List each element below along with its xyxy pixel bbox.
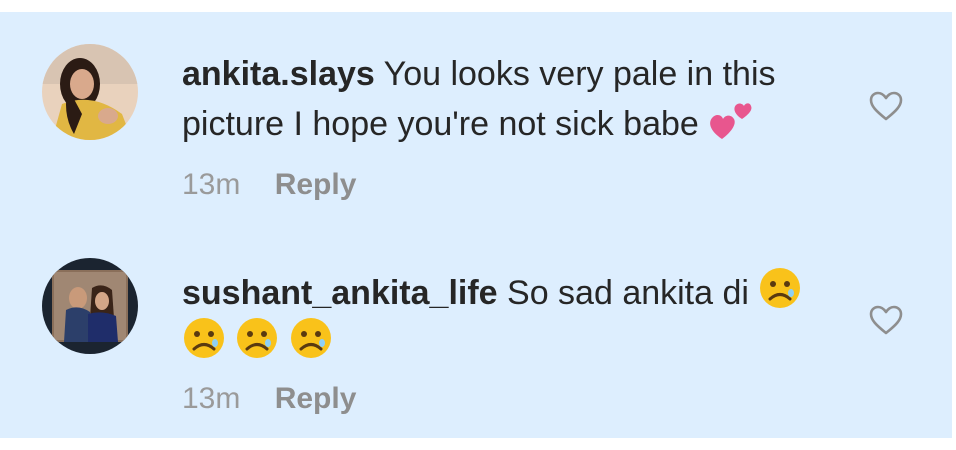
comment-time: 13m (182, 382, 241, 415)
comment-body-line2: picture I hope you're not sick babe (182, 105, 699, 143)
sad-face-emoji (182, 316, 226, 360)
reply-button[interactable]: Reply (275, 168, 357, 201)
comments-panel: ankita.slays You looks very pale in this… (0, 12, 952, 438)
comment-text: sushant_ankita_life So sad ankita di (182, 266, 842, 366)
heart-outline-icon[interactable] (868, 90, 904, 122)
two-hearts-emoji (708, 97, 754, 141)
avatar[interactable] (42, 258, 138, 354)
comment-meta: 13m Reply (182, 382, 356, 416)
sad-face-emoji (235, 316, 279, 360)
avatar[interactable] (42, 44, 138, 140)
comment-text: ankita.slays You looks very pale in this… (182, 52, 842, 147)
comment-body-line1: So sad ankita di (507, 274, 749, 312)
username[interactable]: ankita.slays (182, 55, 375, 93)
comment-body-line1: You looks very pale in this (383, 55, 776, 93)
username[interactable]: sushant_ankita_life (182, 274, 498, 312)
comment-meta: 13m Reply (182, 168, 356, 202)
heart-outline-icon[interactable] (868, 304, 904, 336)
reply-button[interactable]: Reply (275, 382, 357, 415)
sad-face-emoji (289, 316, 333, 360)
comment-time: 13m (182, 168, 241, 201)
sad-face-emoji (758, 266, 802, 310)
